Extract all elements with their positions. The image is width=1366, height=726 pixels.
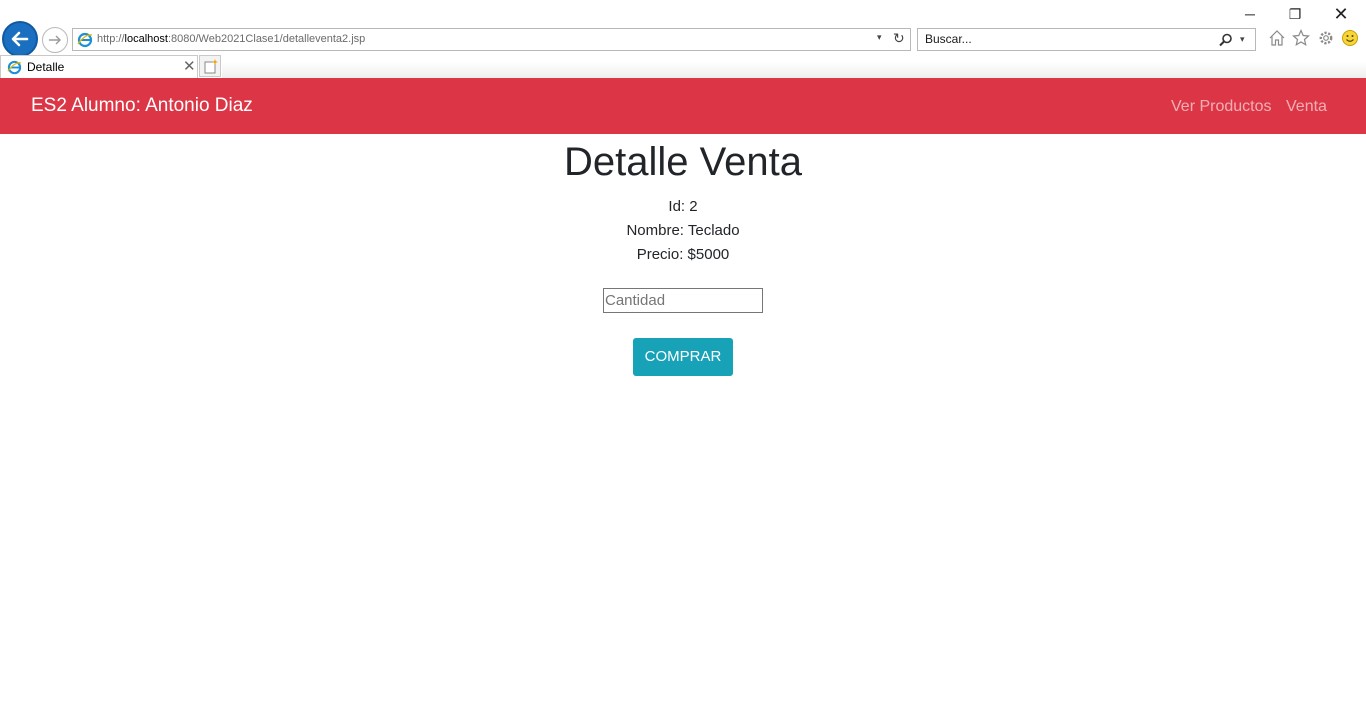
url-scheme: http:// [97,33,125,45]
new-tab-icon [204,59,218,74]
tab-detalle[interactable]: Detalle ✕ [0,55,198,78]
product-price: Precio: $5000 [636,246,730,263]
address-dropdown-icon[interactable]: ▾ [877,32,882,43]
tab-close-icon[interactable]: ✕ [183,57,196,75]
new-tab-button[interactable] [199,55,221,77]
navbar-brand[interactable]: ES2 Alumno: Antonio Diaz [31,95,253,117]
tabstrip-background [222,62,1366,78]
forward-arrow-icon [49,35,61,45]
favorites-star-icon[interactable] [1292,29,1310,47]
product-id: Id: 2 [668,198,698,215]
feedback-smiley-icon[interactable] [1341,29,1359,47]
search-icon[interactable] [1219,33,1233,47]
minimize-button[interactable]: ─ [1235,4,1265,24]
ie-page-icon [77,32,93,48]
quantity-row [0,267,1366,313]
back-button[interactable] [2,21,38,57]
page-title: Detalle Venta [564,140,802,184]
close-window-button[interactable]: ✕ [1326,4,1356,24]
sale-detail-section: Detalle Venta Id: 2 Nombre: Teclado Prec… [0,134,1366,376]
product-name: Nombre: Teclado [626,222,740,239]
buy-row: COMPRAR [0,313,1366,376]
home-icon[interactable] [1268,29,1286,47]
address-bar[interactable]: http://localhost:8080/Web2021Clase1/deta… [72,28,911,51]
url-host: localhost [124,33,168,45]
browser-chrome: ─ ❐ ✕ http://localhost:8080/Web2021Clase… [0,0,1366,78]
buy-button[interactable]: COMPRAR [633,338,733,376]
nav-link-ver-productos[interactable]: Ver Productos [1171,98,1272,116]
nav-link-venta[interactable]: Venta [1286,98,1327,116]
search-dropdown-icon[interactable]: ▾ [1240,34,1245,45]
refresh-icon[interactable]: ↻ [893,30,905,47]
search-box[interactable]: ▾ [917,28,1256,51]
address-url[interactable]: http://localhost:8080/Web2021Clase1/deta… [97,33,365,45]
settings-gear-icon[interactable] [1317,29,1335,47]
back-arrow-icon [11,31,29,47]
restore-button[interactable]: ❐ [1280,4,1310,24]
navbar: ES2 Alumno: Antonio Diaz Ver Productos V… [0,78,1366,134]
url-path: :8080/Web2021Clase1/detalleventa2.jsp [167,33,366,45]
quantity-input[interactable] [603,288,763,313]
tab-label: Detalle [27,60,65,74]
forward-button[interactable] [42,27,68,53]
ie-tab-icon [7,60,22,75]
search-input[interactable] [925,32,1215,46]
